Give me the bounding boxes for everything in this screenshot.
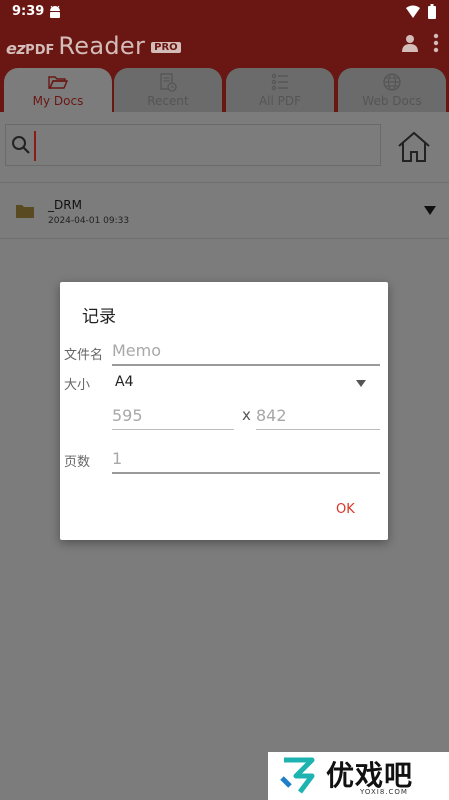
filename-field-wrapper: [112, 336, 380, 366]
expand-triangle-icon[interactable]: [424, 206, 436, 215]
tab-all-pdf[interactable]: All PDF: [226, 68, 334, 112]
dialog-title: 记录: [82, 307, 116, 327]
file-name: _DRM: [48, 198, 82, 212]
tab-my-docs[interactable]: My Docs: [4, 68, 112, 112]
list-item[interactable]: _DRM 2024-04-01 09:33: [0, 183, 449, 239]
home-icon[interactable]: [395, 130, 433, 164]
recent-doc-icon: [160, 73, 177, 92]
search-area: [0, 112, 449, 183]
tab-label: All PDF: [258, 94, 302, 108]
height-input[interactable]: [256, 401, 380, 429]
pages-label: 页数: [64, 455, 91, 470]
pro-badge: PRO: [151, 42, 181, 53]
watermark: 优戏吧 YOXI8.COM: [268, 752, 449, 800]
page-size-value: A4: [115, 374, 134, 390]
watermark-url: YOXI8.COM: [360, 788, 408, 796]
height-field-wrapper: [256, 401, 380, 430]
filename-label: 文件名: [64, 348, 104, 363]
page-size-select[interactable]: A4: [112, 370, 372, 398]
folder-open-icon: [48, 76, 68, 89]
globe-icon: [383, 73, 401, 91]
status-time: 9:39: [12, 4, 45, 19]
pages-field-wrapper: [112, 444, 380, 474]
logo-ez: ez: [6, 39, 26, 58]
ok-button[interactable]: OK: [330, 500, 361, 519]
new-document-dialog: 记录 文件名 大小 A4 x 页数 OK: [60, 282, 388, 540]
tab-web-docs[interactable]: Web Docs: [338, 68, 446, 112]
logo-pdf: PDF: [25, 43, 55, 58]
status-bar: 9:39: [0, 0, 449, 24]
tab-label: My Docs: [32, 94, 84, 108]
chevron-down-icon: [356, 380, 366, 387]
folder-icon: [16, 205, 34, 218]
filename-input[interactable]: [112, 336, 380, 364]
file-date: 2024-04-01 09:33: [48, 216, 130, 226]
android-debug-icon: [50, 5, 60, 18]
account-icon[interactable]: [401, 34, 419, 52]
logo-reader: Reader: [58, 32, 146, 60]
more-options-icon[interactable]: [433, 33, 439, 53]
width-field-wrapper: [112, 401, 234, 430]
app-bar: ez PDF Reader PRO: [0, 24, 449, 68]
list-icon: [271, 73, 288, 91]
width-input[interactable]: [112, 401, 234, 429]
pages-input[interactable]: [112, 444, 380, 472]
tab-recent[interactable]: Recent: [114, 68, 222, 112]
watermark-logo-icon: [280, 757, 315, 794]
tab-label: Recent: [147, 94, 189, 108]
wifi-icon: [406, 5, 420, 18]
tab-label: Web Docs: [362, 94, 422, 108]
app-logo: ez PDF Reader PRO: [6, 32, 181, 60]
search-input[interactable]: [34, 131, 372, 161]
battery-icon: [428, 4, 436, 19]
search-icon: [12, 136, 30, 154]
tab-bar: My Docs Recent All PDF Web Docs: [0, 68, 449, 112]
times-sign: x: [242, 406, 251, 424]
size-label: 大小: [64, 378, 91, 393]
search-box[interactable]: [5, 124, 381, 166]
